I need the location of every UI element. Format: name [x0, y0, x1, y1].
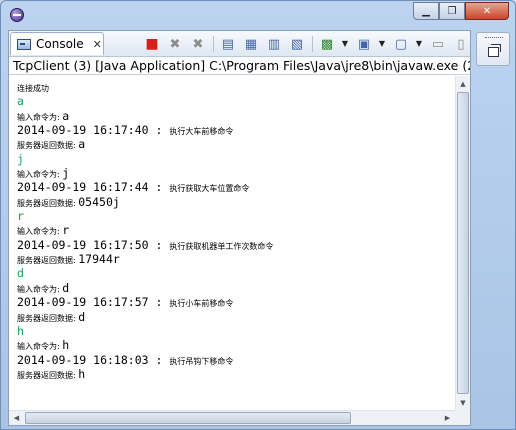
open-console-button[interactable]: ▢ — [392, 36, 410, 52]
log-label: 服务器返回数据: — [17, 256, 79, 266]
scroll-lock-button[interactable]: ▦ — [242, 36, 260, 52]
maximize-view-button[interactable]: ▯ — [452, 36, 470, 52]
minimize-button[interactable]: ▁ — [413, 2, 439, 20]
process-description: TcpClient (3) [Java Application] C:\Prog… — [9, 56, 470, 75]
application-window: ▁ ❐ ✕ Console ✕ ■ ✖ ✖ ▤ ▦ ▥ ▧ ▩ ▼ ▣ ▼ ▢ ▼ ▭ ▯ TcpClien… — [0, 0, 516, 430]
console-icon — [17, 38, 31, 50]
toolbar-separator — [312, 36, 313, 52]
word-wrap-button[interactable]: ▥ — [265, 36, 283, 52]
dropdown-arrow-icon[interactable]: ▼ — [415, 36, 423, 52]
log-message: 执行获取机器单工作次数命令 — [169, 241, 274, 251]
console-line: 2014-09-19 16:17:44 : 执行获取大车位置命令 — [17, 176, 457, 194]
tab-label: Console — [36, 37, 84, 51]
eclipse-icon[interactable] — [10, 8, 24, 22]
restore-view-icon[interactable] — [488, 44, 501, 57]
console-toolbar: Console ✕ ■ ✖ ✖ ▤ ▦ ▥ ▧ ▩ ▼ ▣ ▼ ▢ ▼ ▭ ▯ — [9, 31, 470, 57]
tab-close-icon[interactable]: ✕ — [93, 38, 102, 51]
close-button[interactable]: ✕ — [465, 2, 509, 20]
log-message: 执行吊钩下移命令 — [169, 356, 234, 366]
log-message: 执行大车前移命令 — [169, 127, 234, 137]
console-line: 2014-09-19 16:18:03 : 执行吊钩下移命令 — [17, 349, 457, 367]
console-view: Console ✕ ■ ✖ ✖ ▤ ▦ ▥ ▧ ▩ ▼ ▣ ▼ ▢ ▼ ▭ ▯ TcpClient (3) … — [8, 30, 471, 426]
window-controls: ▁ ❐ ✕ — [413, 2, 509, 20]
scrollbar-corner — [455, 410, 470, 425]
console-line: 服务器返回数据: d — [17, 306, 457, 324]
console-line: 服务器返回数据: a — [17, 133, 457, 151]
console-line: 2014-09-19 16:17:40 : 执行大车前移命令 — [17, 119, 457, 137]
horizontal-scrollbar[interactable]: ◀ ▶ — [9, 410, 455, 425]
scroll-down-icon[interactable]: ▼ — [456, 395, 470, 410]
pin-console-button[interactable]: ▩ — [318, 36, 336, 52]
terminate-button[interactable]: ■ — [143, 36, 161, 52]
console-line: 输入命令为: a — [17, 105, 457, 123]
minimize-view-button[interactable]: ▭ — [429, 36, 447, 52]
horizontal-scroll-thumb[interactable] — [25, 412, 351, 424]
log-label: 服务器返回数据: — [17, 370, 79, 380]
log-label: 服务器返回数据: — [17, 313, 79, 323]
log-value: d — [78, 309, 86, 324]
console-output[interactable]: 连接成功 a 输入命令为: a 2014-09-19 16:17:40 : 执行大车前… — [9, 76, 457, 410]
drag-grip-icon[interactable] — [485, 37, 503, 40]
log-value: 05450j — [78, 194, 120, 209]
console-line: 输入命令为: j — [17, 162, 457, 180]
console-line: 输入命令为: h — [17, 334, 457, 352]
console-line: 2014-09-19 16:17:57 : 执行小车前移命令 — [17, 291, 457, 309]
vertical-scrollbar[interactable]: ▲ ▼ — [455, 76, 470, 410]
log-message: 执行获取大车位置命令 — [169, 184, 250, 194]
scroll-right-icon[interactable]: ▶ — [440, 411, 455, 425]
log-label: 服务器返回数据: — [17, 141, 79, 151]
tab-console[interactable]: Console ✕ — [10, 32, 104, 55]
toolbar-separator — [213, 36, 214, 52]
log-message: 执行小车前移命令 — [169, 299, 234, 309]
vertical-scroll-thumb[interactable] — [457, 92, 469, 394]
scroll-left-icon[interactable]: ◀ — [9, 411, 24, 425]
log-value: a — [78, 137, 86, 152]
display-selected-console-button[interactable]: ▣ — [355, 36, 373, 52]
console-line: 输入命令为: r — [17, 219, 457, 237]
console-line: 输入命令为: d — [17, 277, 457, 295]
clear-console-button[interactable]: ▤ — [219, 36, 237, 52]
scroll-up-icon[interactable]: ▲ — [456, 76, 470, 91]
minimized-view-stack — [476, 32, 510, 66]
log-label: 服务器返回数据: — [17, 198, 79, 208]
remove-launch-button[interactable]: ✖ — [166, 36, 184, 52]
console-line: 2014-09-19 16:17:50 : 执行获取机器单工作次数命令 — [17, 234, 457, 252]
toolbar-actions: ■ ✖ ✖ ▤ ▦ ▥ ▧ ▩ ▼ ▣ ▼ ▢ ▼ ▭ ▯ — [143, 35, 475, 53]
console-line: a — [17, 90, 457, 108]
log-value: h — [78, 366, 86, 381]
title-bar[interactable]: ▁ ❐ ✕ — [1, 1, 515, 29]
console-line: 服务器返回数据: h — [17, 363, 457, 381]
console-line: 连接成功 — [17, 76, 457, 93]
dropdown-arrow-icon[interactable]: ▼ — [341, 36, 349, 52]
show-console-button[interactable]: ▧ — [288, 36, 306, 52]
dropdown-arrow-icon[interactable]: ▼ — [378, 36, 386, 52]
restore-button[interactable]: ❐ — [439, 2, 465, 20]
log-value: 17944r — [78, 252, 120, 267]
remove-all-terminated-button[interactable]: ✖ — [189, 36, 207, 52]
